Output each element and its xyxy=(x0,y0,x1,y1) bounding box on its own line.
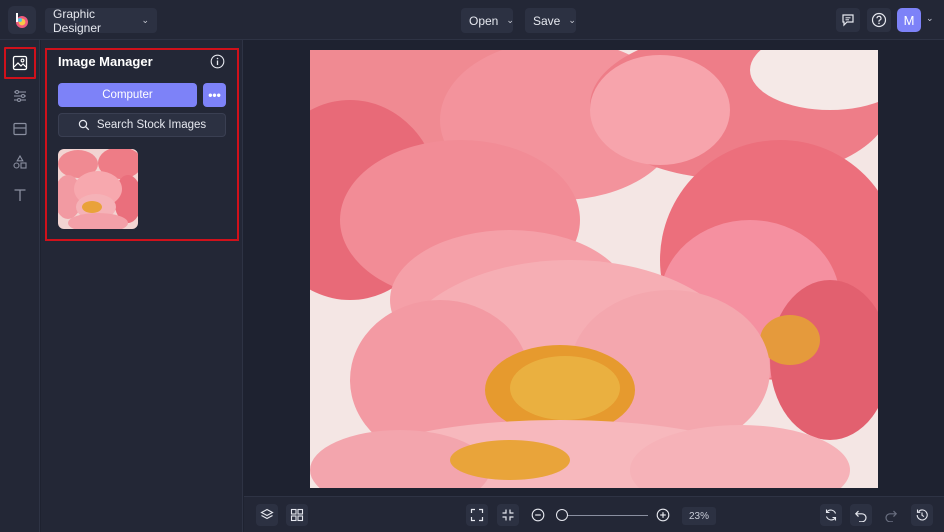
panel-title: Image Manager xyxy=(58,54,153,69)
refresh-icon xyxy=(825,509,837,521)
chevron-down-icon: ⌄ xyxy=(141,15,149,25)
layers-button[interactable] xyxy=(256,504,278,526)
zoom-percentage[interactable]: 23% xyxy=(682,507,716,525)
info-icon xyxy=(210,54,225,69)
actual-size-button[interactable] xyxy=(497,504,519,526)
chevron-down-icon: ⌄ xyxy=(506,15,514,25)
shrink-icon xyxy=(502,509,514,521)
save-label: Save xyxy=(533,13,561,28)
search-stock-button[interactable]: Search Stock Images xyxy=(58,113,226,137)
zoom-in-button[interactable] xyxy=(655,507,671,523)
upload-computer-button[interactable]: Computer xyxy=(58,83,197,107)
adjust-tool[interactable] xyxy=(9,85,31,107)
image-thumbnail[interactable] xyxy=(58,149,138,229)
app-mode-dropdown[interactable]: Graphic Designer ⌄ xyxy=(45,6,157,35)
shapes-icon xyxy=(13,154,27,169)
expand-icon xyxy=(470,508,484,522)
logo-icon xyxy=(16,13,28,28)
app-logo[interactable] xyxy=(8,6,36,34)
history-button[interactable] xyxy=(911,504,933,526)
more-options-button[interactable]: ••• xyxy=(203,83,226,107)
comments-button[interactable] xyxy=(836,8,860,32)
zoom-slider-handle[interactable] xyxy=(556,509,568,521)
image-manager-tool[interactable] xyxy=(9,52,31,74)
zoom-out-icon xyxy=(531,508,545,522)
open-label: Open xyxy=(469,13,499,28)
peony-photo xyxy=(310,50,878,488)
layout-tool[interactable] xyxy=(9,118,31,140)
undo-icon xyxy=(854,510,867,522)
user-avatar[interactable]: M xyxy=(897,8,921,32)
zoom-in-icon xyxy=(656,508,670,522)
redo-button[interactable] xyxy=(883,507,899,523)
refresh-button[interactable] xyxy=(820,504,842,526)
graphics-tool[interactable] xyxy=(9,151,31,173)
undo-button[interactable] xyxy=(850,504,872,526)
layers-icon xyxy=(260,508,274,520)
redo-icon xyxy=(885,510,898,522)
left-toolbar xyxy=(0,40,40,532)
info-button[interactable] xyxy=(210,54,225,69)
help-button[interactable] xyxy=(867,8,891,32)
help-icon xyxy=(871,12,887,28)
fit-screen-button[interactable] xyxy=(466,504,488,526)
image-icon xyxy=(12,55,28,71)
canvas-image[interactable] xyxy=(310,50,878,488)
search-icon xyxy=(78,119,90,131)
chevron-down-icon: ⌄ xyxy=(568,15,576,25)
zoom-out-button[interactable] xyxy=(530,507,546,523)
chevron-down-icon[interactable]: ⌄ xyxy=(926,13,934,24)
comment-icon xyxy=(842,14,854,27)
grid-button[interactable] xyxy=(286,504,308,526)
search-stock-label: Search Stock Images xyxy=(96,119,207,131)
open-dropdown[interactable]: Open ⌄ xyxy=(461,8,514,33)
app-mode-label: Graphic Designer xyxy=(53,6,102,35)
peony-thumbnail-image xyxy=(58,149,138,229)
text-tool[interactable] xyxy=(9,184,31,206)
layout-icon xyxy=(13,122,27,136)
sliders-icon xyxy=(14,89,26,103)
zoom-slider-track[interactable] xyxy=(562,515,648,516)
text-icon xyxy=(14,189,26,201)
grid-icon xyxy=(290,508,304,522)
save-dropdown[interactable]: Save ⌄ xyxy=(525,8,576,33)
history-icon xyxy=(916,509,928,521)
